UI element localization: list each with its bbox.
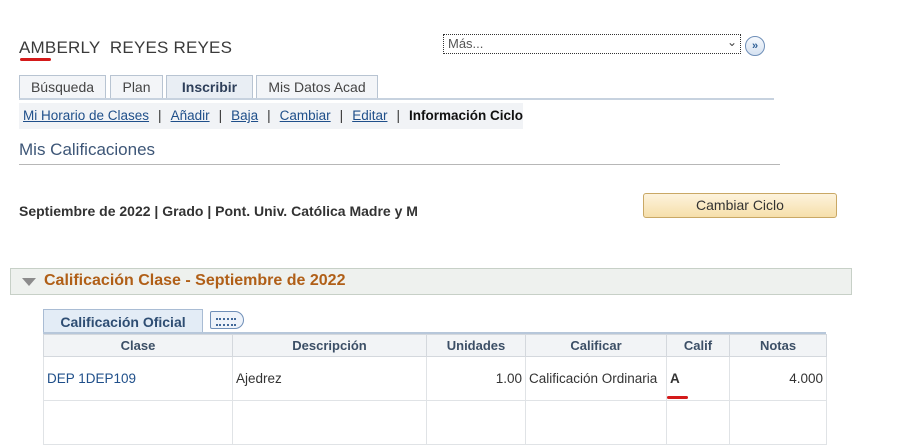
class-link[interactable]: DEP 1DEP109 xyxy=(47,371,136,386)
cell-descripcion: Ajedrez xyxy=(232,356,427,401)
column-header-descripcion[interactable]: Descripción xyxy=(232,334,427,357)
subnav-separator: | xyxy=(267,108,271,123)
table-row xyxy=(43,400,827,445)
table-header-row: Clase Descripción Unidades Calificar Cal… xyxy=(43,334,827,357)
column-header-calif[interactable]: Calif xyxy=(666,334,730,357)
subnav-separator: | xyxy=(396,108,400,123)
change-term-button[interactable]: Cambiar Ciclo xyxy=(643,193,837,218)
subnav-separator: | xyxy=(158,108,162,123)
grades-table: Clase Descripción Unidades Calificar Cal… xyxy=(43,334,827,445)
go-button[interactable]: » xyxy=(745,36,765,56)
tab-plan[interactable]: Plan xyxy=(110,75,163,98)
column-header-clase[interactable]: Clase xyxy=(43,334,233,357)
annotation-underline xyxy=(20,58,51,61)
navigation-select[interactable]: Más... ⌄ xyxy=(443,34,741,54)
table-row: DEP 1DEP109 Ajedrez 1.00 Calificación Or… xyxy=(43,356,827,401)
student-name: AMBERLY REYES REYES xyxy=(19,38,233,57)
cell-notas: 4.000 xyxy=(729,356,827,401)
page-title: Mis Calificaciones xyxy=(19,140,156,159)
section-title: Calificación Clase - Septiembre de 2022 xyxy=(44,272,346,289)
subnav-baja[interactable]: Baja xyxy=(231,108,258,123)
subnav-bar: Mi Horario de Clases | Añadir | Baja | Cambiar… xyxy=(19,103,523,129)
double-chevron-right-icon: » xyxy=(751,40,759,52)
subnav-mi-horario[interactable]: Mi Horario de Clases xyxy=(23,108,149,123)
cell-unidades: 1.00 xyxy=(426,356,526,401)
tab-divider xyxy=(19,98,774,100)
cell-clase: DEP 1DEP109 xyxy=(43,356,233,401)
column-header-unidades[interactable]: Unidades xyxy=(426,334,526,357)
cell-empty xyxy=(666,400,730,445)
subnav-separator: | xyxy=(218,108,223,123)
column-header-calificar[interactable]: Calificar xyxy=(525,334,667,357)
chevron-down-icon: ⌄ xyxy=(726,35,737,49)
cell-empty xyxy=(232,400,427,445)
tab-busqueda[interactable]: Búsqueda xyxy=(19,75,106,98)
column-header-notas[interactable]: Notas xyxy=(729,334,827,357)
collapse-triangle-icon[interactable] xyxy=(22,278,36,286)
show-all-columns-icon[interactable] xyxy=(210,311,244,329)
cell-empty xyxy=(525,400,667,445)
subnav-editar[interactable]: Editar xyxy=(352,108,387,123)
subnav-separator: | xyxy=(339,108,344,123)
subnav-cambiar[interactable]: Cambiar xyxy=(280,108,331,123)
cell-calif: A xyxy=(666,356,730,401)
annotation-underline xyxy=(667,396,688,399)
navigation-select-value: Más... xyxy=(448,36,484,51)
subnav-anadir[interactable]: Añadir xyxy=(171,108,210,123)
term-info: Septiembre de 2022 | Grado | Pont. Univ.… xyxy=(19,203,418,219)
grid-tab-official[interactable]: Calificación Oficial xyxy=(43,309,203,333)
tab-mis-datos-acad[interactable]: Mis Datos Acad xyxy=(256,75,378,98)
cell-empty xyxy=(729,400,827,445)
section-header[interactable]: Calificación Clase - Septiembre de 2022 xyxy=(10,268,852,295)
tab-inscribir[interactable]: Inscribir xyxy=(166,75,253,99)
cell-calificar: Calificación Ordinaria xyxy=(525,356,667,401)
title-divider xyxy=(19,164,780,165)
cell-empty xyxy=(426,400,526,445)
cell-empty xyxy=(43,400,233,445)
subnav-current-item: Información Ciclo xyxy=(408,108,523,123)
